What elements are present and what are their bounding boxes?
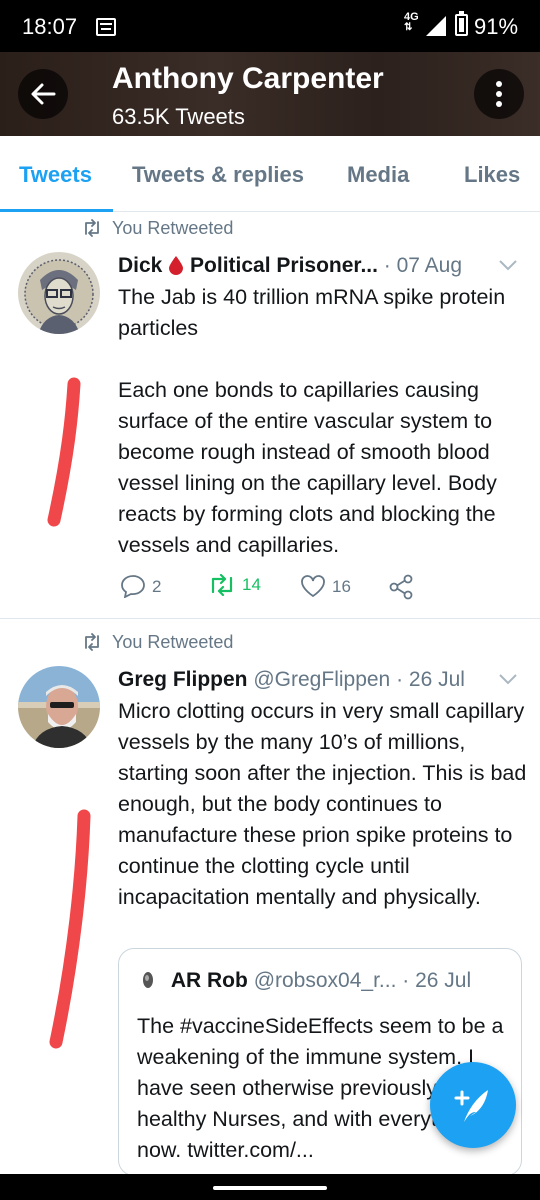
author-name-part1[interactable]: Dick: [118, 254, 162, 277]
home-gesture-handle[interactable]: [213, 1186, 327, 1190]
author-handle[interactable]: @GregFlippen: [253, 668, 390, 691]
profile-header: Anthony Carpenter 63.5K Tweets: [0, 52, 540, 136]
chevron-down-icon[interactable]: [498, 672, 518, 686]
tweet-count: 63.5K Tweets: [112, 104, 245, 129]
retweet-button[interactable]: 14: [208, 573, 261, 597]
profile-name: Anthony Carpenter: [112, 62, 384, 95]
tweet-text: The Jab is 40 trillion mRNA spike protei…: [118, 282, 528, 561]
avatar-image: [18, 252, 100, 334]
tweet-divider: [0, 618, 540, 619]
red-annotation-mark: [49, 809, 91, 1049]
network-type: 4G ⇅: [404, 12, 419, 33]
avatar[interactable]: [18, 666, 100, 748]
system-nav-bar: [0, 1174, 540, 1200]
more-vertical-icon: [496, 81, 502, 87]
retweet-indicator: You Retweeted: [82, 218, 233, 239]
retweet-label: You Retweeted: [112, 632, 234, 652]
status-bar: 18:07 4G ⇅ 91%: [0, 0, 540, 52]
more-dot: [496, 101, 502, 107]
quoted-tweet-header: AR Rob @robsox04_r... · 26 Jul: [141, 969, 471, 993]
reply-button[interactable]: 2: [120, 574, 162, 599]
data-arrows-icon: ⇅: [404, 22, 413, 33]
more-options-button[interactable]: [474, 69, 524, 119]
retweet-indicator: You Retweeted: [82, 632, 233, 653]
avatar-image: [18, 666, 100, 748]
back-arrow-icon: [31, 83, 56, 105]
red-annotation-mark: [47, 377, 81, 527]
share-icon: [389, 574, 413, 600]
tweet-header: Greg Flippen @GregFlippen · 26 Jul: [118, 668, 465, 692]
tab-tweets[interactable]: Tweets: [19, 162, 92, 188]
tweet-text-content: Micro clotting occurs in very small capi…: [118, 699, 527, 909]
battery-icon: [455, 11, 468, 36]
signal-icon: [426, 16, 446, 36]
compose-tweet-button[interactable]: [430, 1062, 516, 1148]
reply-icon: [121, 575, 145, 599]
heart-icon: [301, 575, 325, 598]
retweet-icon: [85, 219, 99, 237]
author-name[interactable]: Greg Flippen: [118, 668, 248, 691]
tab-media[interactable]: Media: [347, 162, 409, 188]
profile-tabs: Tweets Tweets & replies Media Likes: [0, 136, 540, 212]
retweet-count: 14: [242, 575, 261, 594]
tweet-header: Dick Political Prisoner... · 07 Aug: [118, 254, 462, 278]
retweet-icon: [211, 573, 233, 597]
compose-tweet-icon: [454, 1090, 488, 1122]
tweet-date[interactable]: · 07 Aug: [384, 254, 462, 277]
quoted-tweet-date[interactable]: · 26 Jul: [402, 969, 471, 992]
like-button[interactable]: 16: [300, 574, 351, 598]
chevron-down-icon[interactable]: [498, 258, 518, 272]
blood-drop-icon: [169, 256, 184, 275]
battery-percent: 91%: [474, 14, 519, 39]
tab-tweets-and-replies[interactable]: Tweets & replies: [132, 162, 304, 188]
reply-count: 2: [152, 577, 162, 596]
quoted-avatar: [143, 972, 153, 988]
calendar-notification-icon: [96, 18, 116, 36]
tweet-date[interactable]: · 26 Jul: [396, 668, 465, 691]
quoted-author-handle[interactable]: @robsox04_r...: [254, 969, 397, 992]
like-count: 16: [332, 577, 351, 596]
retweet-label: You Retweeted: [112, 218, 234, 238]
author-name-part2[interactable]: Political Prisoner...: [190, 254, 378, 277]
tweet-text: Micro clotting occurs in very small capi…: [118, 696, 528, 913]
share-button[interactable]: [388, 574, 420, 600]
avatar[interactable]: [18, 252, 100, 334]
more-dot: [496, 91, 502, 97]
status-time: 18:07: [22, 14, 78, 39]
back-button[interactable]: [18, 69, 68, 119]
retweet-icon: [85, 633, 99, 651]
tab-likes[interactable]: Likes: [464, 162, 520, 188]
tweet-text-content: The Jab is 40 trillion mRNA spike protei…: [118, 285, 506, 557]
quoted-author-name[interactable]: AR Rob: [171, 969, 248, 992]
